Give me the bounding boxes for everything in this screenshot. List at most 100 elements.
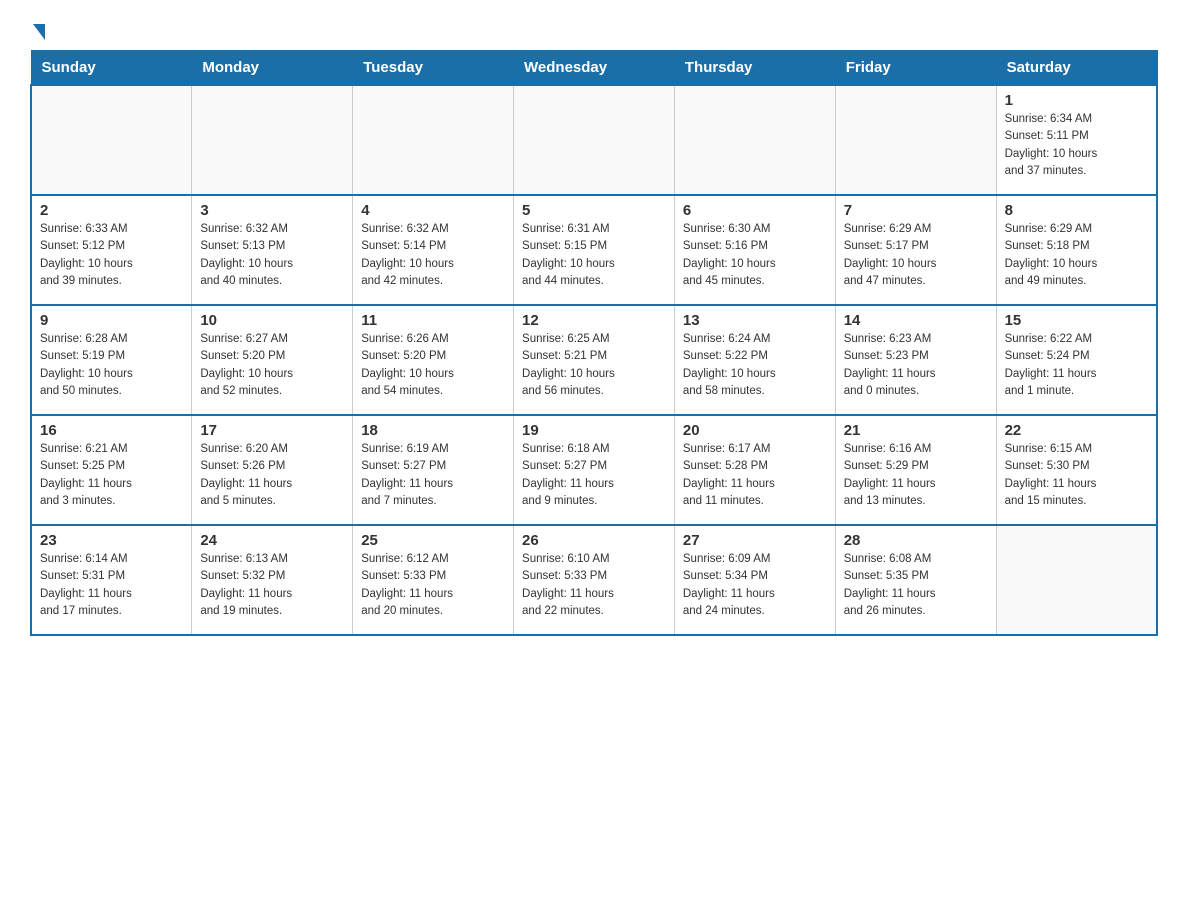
day-info: Sunrise: 6:14 AM Sunset: 5:31 PM Dayligh… [40, 551, 183, 620]
calendar-header: SundayMondayTuesdayWednesdayThursdayFrid… [31, 51, 1157, 86]
day-number: 16 [40, 422, 183, 439]
calendar-week-row: 9 Sunrise: 6:28 AM Sunset: 5:19 PM Daylig… [31, 305, 1157, 415]
day-number: 7 [844, 202, 988, 219]
day-info: Sunrise: 6:32 AM Sunset: 5:14 PM Dayligh… [361, 221, 505, 290]
day-number: 26 [522, 532, 666, 549]
day-info: Sunrise: 6:29 AM Sunset: 5:17 PM Dayligh… [844, 221, 988, 290]
day-number: 23 [40, 532, 183, 549]
logo [30, 20, 45, 40]
day-info: Sunrise: 6:16 AM Sunset: 5:29 PM Dayligh… [844, 441, 988, 510]
calendar-cell: 24 Sunrise: 6:13 AM Sunset: 5:32 PM Dayli… [192, 525, 353, 635]
calendar-cell: 25 Sunrise: 6:12 AM Sunset: 5:33 PM Dayli… [353, 525, 514, 635]
day-number: 15 [1005, 312, 1148, 329]
day-number: 3 [200, 202, 344, 219]
calendar-cell [835, 85, 996, 195]
calendar-cell: 8 Sunrise: 6:29 AM Sunset: 5:18 PM Daylig… [996, 195, 1157, 305]
calendar-cell: 10Sunrise: 6:27 AM Sunset: 5:20 PM Dayli… [192, 305, 353, 415]
calendar-cell: 3 Sunrise: 6:32 AM Sunset: 5:13 PM Daylig… [192, 195, 353, 305]
day-info: Sunrise: 6:32 AM Sunset: 5:13 PM Dayligh… [200, 221, 344, 290]
calendar-cell: 9 Sunrise: 6:28 AM Sunset: 5:19 PM Daylig… [31, 305, 192, 415]
calendar-cell: 28 Sunrise: 6:08 AM Sunset: 5:35 PM Dayli… [835, 525, 996, 635]
day-number: 9 [40, 312, 183, 329]
logo-arrow-icon [33, 24, 45, 40]
day-info: Sunrise: 6:10 AM Sunset: 5:33 PM Dayligh… [522, 551, 666, 620]
day-info: Sunrise: 6:28 AM Sunset: 5:19 PM Dayligh… [40, 331, 183, 400]
calendar-cell: 2Sunrise: 6:33 AM Sunset: 5:12 PM Daylig… [31, 195, 192, 305]
calendar-table: SundayMondayTuesdayWednesdayThursdayFrid… [30, 50, 1158, 636]
day-info: Sunrise: 6:20 AM Sunset: 5:26 PM Dayligh… [200, 441, 344, 510]
day-info: Sunrise: 6:26 AM Sunset: 5:20 PM Dayligh… [361, 331, 505, 400]
calendar-body: 1Sunrise: 6:34 AM Sunset: 5:11 PM Daylig… [31, 85, 1157, 635]
calendar-cell [353, 85, 514, 195]
day-number: 17 [200, 422, 344, 439]
day-number: 28 [844, 532, 988, 549]
calendar-cell: 26 Sunrise: 6:10 AM Sunset: 5:33 PM Dayli… [514, 525, 675, 635]
day-info: Sunrise: 6:23 AM Sunset: 5:23 PM Dayligh… [844, 331, 988, 400]
day-info: Sunrise: 6:19 AM Sunset: 5:27 PM Dayligh… [361, 441, 505, 510]
day-number: 8 [1005, 202, 1148, 219]
calendar-cell: 7 Sunrise: 6:29 AM Sunset: 5:17 PM Daylig… [835, 195, 996, 305]
weekday-header-saturday: Saturday [996, 51, 1157, 86]
calendar-cell: 1Sunrise: 6:34 AM Sunset: 5:11 PM Daylig… [996, 85, 1157, 195]
day-info: Sunrise: 6:18 AM Sunset: 5:27 PM Dayligh… [522, 441, 666, 510]
day-number: 22 [1005, 422, 1148, 439]
day-info: Sunrise: 6:25 AM Sunset: 5:21 PM Dayligh… [522, 331, 666, 400]
calendar-cell [996, 525, 1157, 635]
weekday-header-row: SundayMondayTuesdayWednesdayThursdayFrid… [31, 51, 1157, 86]
calendar-cell: 6 Sunrise: 6:30 AM Sunset: 5:16 PM Daylig… [674, 195, 835, 305]
calendar-cell: 22 Sunrise: 6:15 AM Sunset: 5:30 PM Dayli… [996, 415, 1157, 525]
calendar-week-row: 16Sunrise: 6:21 AM Sunset: 5:25 PM Dayli… [31, 415, 1157, 525]
day-number: 12 [522, 312, 666, 329]
calendar-cell: 11Sunrise: 6:26 AM Sunset: 5:20 PM Dayli… [353, 305, 514, 415]
calendar-cell: 27 Sunrise: 6:09 AM Sunset: 5:34 PM Dayli… [674, 525, 835, 635]
day-number: 6 [683, 202, 827, 219]
weekday-header-friday: Friday [835, 51, 996, 86]
calendar-cell: 13Sunrise: 6:24 AM Sunset: 5:22 PM Dayli… [674, 305, 835, 415]
day-info: Sunrise: 6:33 AM Sunset: 5:12 PM Dayligh… [40, 221, 183, 290]
calendar-week-row: 2Sunrise: 6:33 AM Sunset: 5:12 PM Daylig… [31, 195, 1157, 305]
calendar-cell [514, 85, 675, 195]
day-info: Sunrise: 6:12 AM Sunset: 5:33 PM Dayligh… [361, 551, 505, 620]
day-info: Sunrise: 6:17 AM Sunset: 5:28 PM Dayligh… [683, 441, 827, 510]
day-number: 18 [361, 422, 505, 439]
day-info: Sunrise: 6:15 AM Sunset: 5:30 PM Dayligh… [1005, 441, 1148, 510]
calendar-cell: 19 Sunrise: 6:18 AM Sunset: 5:27 PM Dayli… [514, 415, 675, 525]
calendar-cell: 14 Sunrise: 6:23 AM Sunset: 5:23 PM Dayli… [835, 305, 996, 415]
calendar-cell: 5 Sunrise: 6:31 AM Sunset: 5:15 PM Daylig… [514, 195, 675, 305]
day-number: 14 [844, 312, 988, 329]
day-info: Sunrise: 6:34 AM Sunset: 5:11 PM Dayligh… [1005, 111, 1148, 180]
day-number: 24 [200, 532, 344, 549]
day-info: Sunrise: 6:30 AM Sunset: 5:16 PM Dayligh… [683, 221, 827, 290]
calendar-cell: 23 Sunrise: 6:14 AM Sunset: 5:31 PM Dayli… [31, 525, 192, 635]
weekday-header-sunday: Sunday [31, 51, 192, 86]
day-number: 25 [361, 532, 505, 549]
calendar-cell: 4Sunrise: 6:32 AM Sunset: 5:14 PM Daylig… [353, 195, 514, 305]
day-number: 21 [844, 422, 988, 439]
calendar-cell: 21 Sunrise: 6:16 AM Sunset: 5:29 PM Dayli… [835, 415, 996, 525]
weekday-header-tuesday: Tuesday [353, 51, 514, 86]
calendar-cell: 20 Sunrise: 6:17 AM Sunset: 5:28 PM Dayli… [674, 415, 835, 525]
day-number: 5 [522, 202, 666, 219]
day-info: Sunrise: 6:08 AM Sunset: 5:35 PM Dayligh… [844, 551, 988, 620]
day-info: Sunrise: 6:24 AM Sunset: 5:22 PM Dayligh… [683, 331, 827, 400]
calendar-week-row: 23 Sunrise: 6:14 AM Sunset: 5:31 PM Dayli… [31, 525, 1157, 635]
day-info: Sunrise: 6:27 AM Sunset: 5:20 PM Dayligh… [200, 331, 344, 400]
calendar-cell [674, 85, 835, 195]
calendar-cell: 17 Sunrise: 6:20 AM Sunset: 5:26 PM Dayli… [192, 415, 353, 525]
calendar-cell: 18 Sunrise: 6:19 AM Sunset: 5:27 PM Dayli… [353, 415, 514, 525]
calendar-week-row: 1Sunrise: 6:34 AM Sunset: 5:11 PM Daylig… [31, 85, 1157, 195]
page-header [30, 20, 1158, 40]
day-info: Sunrise: 6:13 AM Sunset: 5:32 PM Dayligh… [200, 551, 344, 620]
calendar-cell: 12 Sunrise: 6:25 AM Sunset: 5:21 PM Dayli… [514, 305, 675, 415]
day-number: 27 [683, 532, 827, 549]
day-info: Sunrise: 6:22 AM Sunset: 5:24 PM Dayligh… [1005, 331, 1148, 400]
day-info: Sunrise: 6:09 AM Sunset: 5:34 PM Dayligh… [683, 551, 827, 620]
day-info: Sunrise: 6:29 AM Sunset: 5:18 PM Dayligh… [1005, 221, 1148, 290]
day-info: Sunrise: 6:31 AM Sunset: 5:15 PM Dayligh… [522, 221, 666, 290]
calendar-cell [31, 85, 192, 195]
calendar-cell: 16Sunrise: 6:21 AM Sunset: 5:25 PM Dayli… [31, 415, 192, 525]
day-number: 20 [683, 422, 827, 439]
weekday-header-wednesday: Wednesday [514, 51, 675, 86]
calendar-cell [192, 85, 353, 195]
day-number: 19 [522, 422, 666, 439]
